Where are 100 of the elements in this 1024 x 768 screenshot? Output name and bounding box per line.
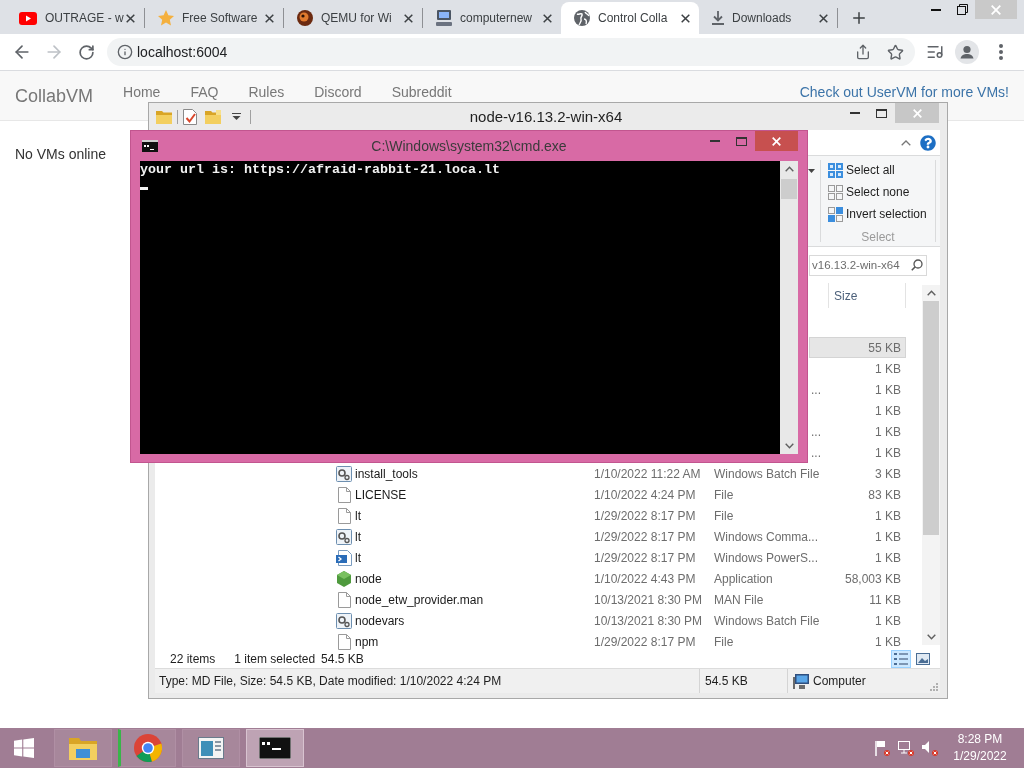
script-file-icon [336,549,352,566]
ribbon-command[interactable]: Invert selection [821,203,935,225]
help-button[interactable] [920,134,936,151]
file-row[interactable]: lt 1/29/2022 8:17 PM Windows Comma... 1 KB [330,526,906,547]
computer-icon [793,673,809,689]
view-button[interactable] [891,650,911,668]
file-row[interactable]: 1 KB [809,400,906,421]
browser-tab[interactable]: Free Software [145,2,283,34]
gear-file-icon [336,528,352,545]
scrollbar-thumb[interactable] [923,301,939,535]
file-row[interactable]: ... 1 KB [809,421,906,442]
flag-icon[interactable] [874,740,890,756]
file-name: lt [355,550,361,565]
gear-file-icon [336,612,352,629]
browser-icon [134,734,162,762]
details-location: Computer [813,674,866,688]
close-icon [403,13,413,23]
help-icon [920,134,936,151]
nav-link[interactable]: Subreddit [376,84,467,100]
browser-tab[interactable]: OUTRAGE - w [6,2,144,34]
dropdown-caret-icon[interactable] [232,113,241,120]
promo-link[interactable]: Check out UserVM for more VMs! [799,84,1009,100]
address-bar[interactable]: localhost:6004 [107,38,915,66]
network-icon[interactable] [898,740,914,756]
file-icon [337,486,351,503]
browser-tab[interactable]: Downloads [699,2,837,34]
select-all-icon [828,162,843,178]
selection-count: 1 item selected [234,652,316,666]
close-icon [680,13,690,23]
file-name: lt [355,508,361,523]
file-size: 1 KB [875,634,901,649]
scroll-up-icon[interactable] [926,290,936,296]
file-size: 1 KB [875,424,901,439]
ribbon-command[interactable]: Select none [821,181,935,203]
column-header[interactable]: Size [828,283,906,308]
date-modified: 1/29/2022 8:17 PM [594,529,696,544]
document-window-icon [198,737,224,759]
file-size: 1 KB [875,550,901,565]
file-type: File [714,634,734,649]
terminal-icon [259,737,291,759]
date-modified: 10/13/2021 8:30 PM [594,613,703,628]
scroll-up-icon[interactable] [784,166,794,172]
nav-link[interactable]: Home [108,84,176,100]
browser-tab[interactable]: QEMU for Wi [284,2,422,34]
file-name: node_etw_provider.man [355,592,484,607]
large-icons-view-icon [916,653,930,665]
file-row[interactable]: ... 1 KB [809,379,906,400]
chevron-up-icon [901,139,911,146]
taskbar-clock[interactable]: 8:28 PM 1/29/2022 [948,731,1012,765]
scroll-down-icon[interactable] [926,634,936,640]
browser-tab[interactable]: Control Colla [561,2,699,34]
file-row[interactable]: lt 1/29/2022 8:17 PM Windows PowerS... 1 KB [330,547,906,568]
view-button[interactable] [913,650,933,668]
file-row[interactable]: ... 1 KB [809,442,906,463]
file-size: 55 KB [868,340,901,355]
globe-icon [574,10,590,26]
scroll-down-icon[interactable] [784,443,794,449]
info-icon[interactable] [117,44,133,60]
round-logo-icon [297,10,313,26]
file-icon [337,591,351,608]
file-type: ... [811,382,821,397]
file-row[interactable]: 1 KB [809,358,906,379]
details-size: 54.5 KB [705,674,748,688]
file-row[interactable]: 55 KB [809,337,906,358]
speaker-icon[interactable] [922,740,938,756]
file-row[interactable]: LICENSE 1/10/2022 4:24 PM File 83 KB [330,484,906,505]
file-size: 83 KB [868,487,901,502]
browser-tab[interactable]: computernew [423,2,561,34]
date-modified: 10/13/2021 8:30 PM [594,592,703,607]
window-title: node-v16.13.2-win-x64 [469,107,623,126]
brand-link[interactable]: CollabVM [0,85,109,106]
file-size: 1 KB [875,529,901,544]
file-row[interactable]: node 1/10/2022 4:43 PM Application 58,003 KB [330,568,906,589]
ribbon-command[interactable]: Select all [821,159,935,181]
file-row[interactable]: nodevars 10/13/2021 8:30 PM Windows Batch File 1 KB [330,610,906,631]
star-icon [158,10,174,26]
nav-link[interactable]: FAQ [175,84,234,100]
file-row[interactable]: node_etw_provider.man 10/13/2021 8:30 PM MAN File 11 KB [330,589,906,610]
restore-icon [956,4,968,15]
file-row[interactable]: npm 1/29/2022 8:17 PM File 1 KB [330,631,906,650]
nav-link[interactable]: Discord [299,84,377,100]
file-type: Windows Comma... [714,529,819,544]
status-message: No VMs online [15,146,107,162]
taskbar-button[interactable] [246,729,304,767]
file-name: npm [355,634,379,649]
file-row[interactable]: install_tools 1/10/2022 11:22 AM Windows Batch File 3 KB [330,463,906,484]
file-row[interactable]: lt 1/29/2022 8:17 PM File 1 KB [330,505,906,526]
scrollbar-thumb[interactable] [781,179,797,199]
search-field[interactable]: v16.13.2-win-x64 [809,254,927,276]
file-name: lt [355,529,361,544]
window-title: C:\Windows\system32\cmd.exe [371,137,567,155]
group-label: Select [861,230,895,244]
nav-link[interactable]: Rules [233,84,300,100]
folder-icon [68,735,98,761]
file-type: Windows PowerS... [714,550,819,565]
file-size: 1 KB [875,382,901,397]
gear-file-icon [336,465,352,482]
close-button[interactable] [755,131,798,151]
properties-icon[interactable] [183,108,197,125]
file-size: 58,003 KB [844,571,901,586]
